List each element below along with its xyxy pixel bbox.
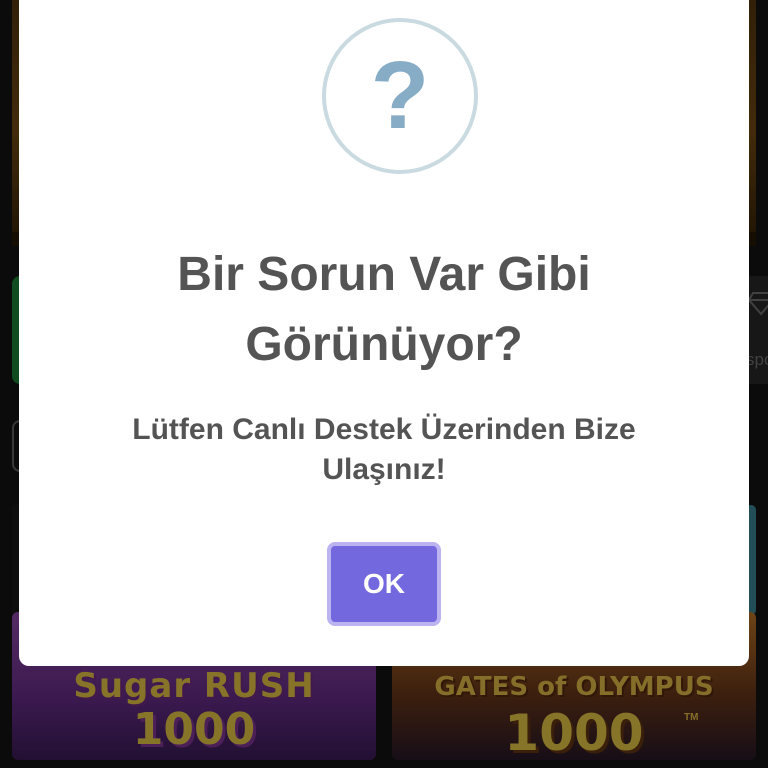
alert-dialog: ? Bir Sorun Var Gibi Görünüyor? Lütfen C… (19, 0, 749, 666)
ok-button[interactable]: OK (327, 542, 441, 626)
dialog-title: Bir Sorun Var Gibi Görünüyor? (177, 248, 591, 371)
question-icon: ? (322, 18, 478, 174)
question-mark-glyph: ? (370, 42, 430, 149)
screen: spo Sugar RUSH 1000 GATES of OLYMPUS 100… (0, 0, 768, 768)
dialog-message: Lütfen Canlı Destek Üzerinden Bize Ulaşı… (132, 413, 636, 486)
